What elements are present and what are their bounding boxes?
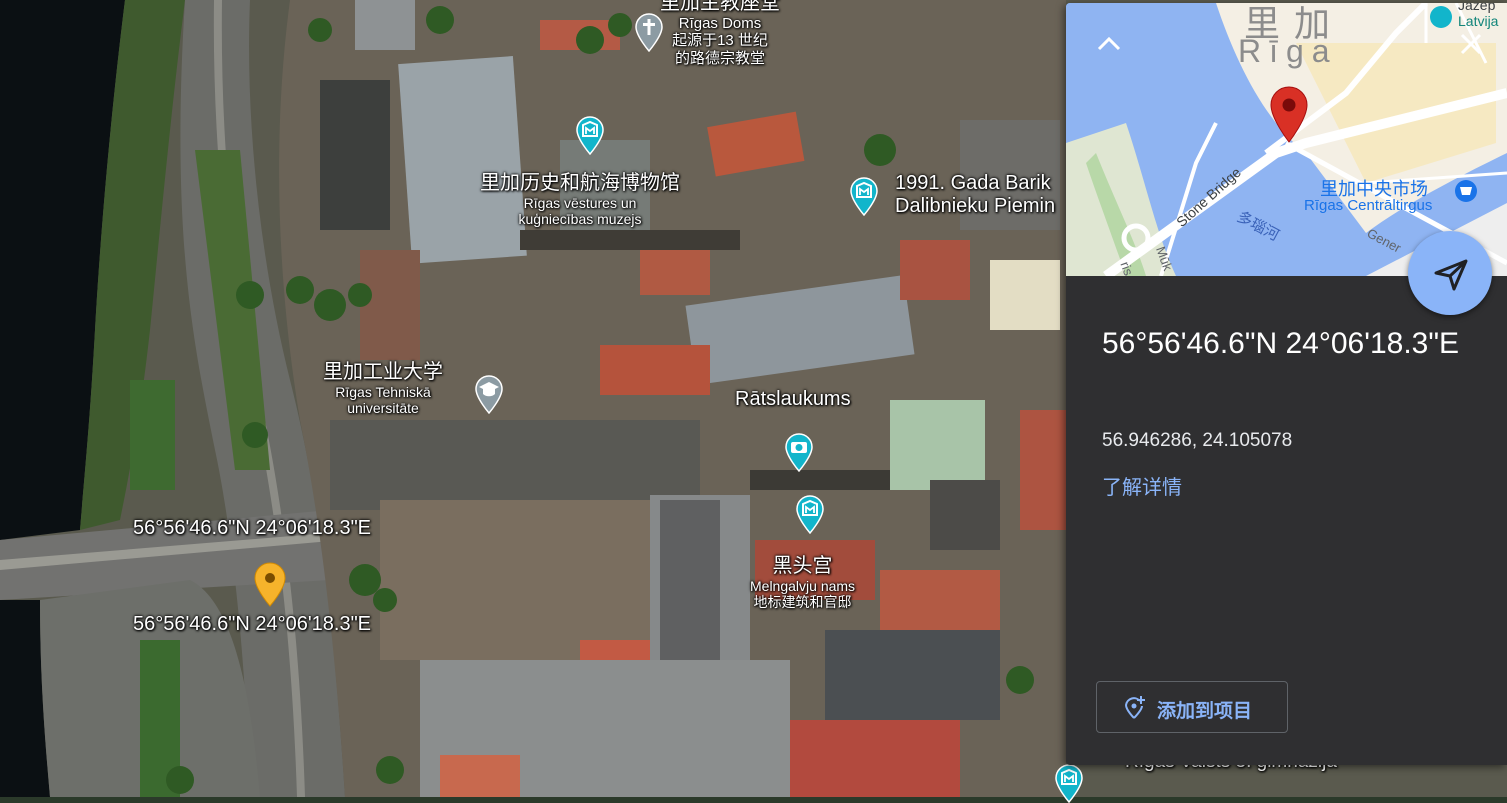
memorial-museum-icon[interactable] xyxy=(849,176,879,216)
cathedral-name-zh: 里加主教座堂 xyxy=(660,0,780,14)
university-name-lv-line1: Rīgas Tehniskā xyxy=(335,384,431,400)
gymnasium-museum-icon[interactable] xyxy=(1054,763,1084,803)
pin-coord-label-top: 56°56'46.6"N 24°06'18.3"E xyxy=(133,517,372,539)
square-name: Rātslaukums xyxy=(735,388,851,410)
minimap-location-pin-icon xyxy=(1270,86,1308,143)
add-to-project-label: 添加到项目 xyxy=(1157,701,1253,722)
location-info-panel: 里加 Rīga Jazep Latvija Stone Bridge 多瑙河 里… xyxy=(1066,3,1507,765)
cathedral-desc-line2: 的路德宗教堂 xyxy=(674,49,765,67)
square-label[interactable]: Rātslaukums xyxy=(735,388,851,411)
university-name-lv-line2: universitāte xyxy=(347,400,419,417)
camera-icon[interactable] xyxy=(784,432,814,472)
collapse-chevron-up-icon[interactable] xyxy=(1092,27,1126,61)
memorial-label[interactable]: 1991. Gada Barik Dalibnieku Piemin xyxy=(895,172,1055,218)
university-icon[interactable] xyxy=(474,374,504,414)
church-icon[interactable] xyxy=(634,12,664,52)
minimap-market-lv: Rīgas Centrāltirgus xyxy=(1304,197,1433,214)
cathedral-desc-line1: 起源于13 世纪 xyxy=(672,32,768,50)
decimal-coordinates: 56.946286, 24.105078 xyxy=(1102,430,1293,451)
blackheads-museum-icon[interactable] xyxy=(795,494,825,534)
blackheads-name-zh: 黑头宫 xyxy=(772,555,833,577)
university-name-zh: 里加工业大学 xyxy=(323,361,443,383)
coordinate-title: 56°56'46.6"N 24°06'18.3"E xyxy=(1102,327,1460,360)
blackheads-label[interactable]: 黑头宫 Melngalvju nams 地标建筑和官邸 xyxy=(750,555,855,610)
add-location-icon xyxy=(1124,696,1145,719)
memorial-name-line1: 1991. Gada Barik xyxy=(895,172,1051,194)
add-to-project-button[interactable]: 添加到项目 xyxy=(1096,681,1288,733)
museum-name-lv-line1: Rīgas vēstures un xyxy=(523,195,637,211)
museum-label[interactable]: 里加历史和航海博物馆 Rīgas vēstures un kuģniecības… xyxy=(480,172,680,227)
dropped-pin-icon[interactable] xyxy=(253,561,287,607)
blackheads-name-lv: Melngalvju nams xyxy=(750,578,856,594)
museum-icon[interactable] xyxy=(575,115,605,155)
minimap-corner-label: Jazep xyxy=(1458,3,1496,13)
minimap-city-lv: Rīga xyxy=(1238,33,1338,69)
museum-name-zh: 里加历史和航海博物馆 xyxy=(480,172,680,194)
blackheads-desc: 地标建筑和官邸 xyxy=(753,594,852,611)
memorial-name-line2: Dalibnieku Piemin xyxy=(895,195,1056,217)
cathedral-name-lv: Rīgas Doms xyxy=(678,15,762,32)
share-send-button[interactable] xyxy=(1408,231,1492,315)
museum-name-lv-line2: kuģniecības muzejs xyxy=(518,211,642,228)
learn-more-link[interactable]: 了解详情 xyxy=(1102,471,1182,500)
cathedral-label[interactable]: 里加主教座堂 Rīgas Doms 起源于13 世纪 的路德宗教堂 xyxy=(660,0,780,67)
university-label[interactable]: 里加工业大学 Rīgas Tehniskā universitāte xyxy=(323,361,443,416)
pin-coord-label-bottom: 56°56'46.6"N 24°06'18.3"E xyxy=(133,613,372,635)
close-icon[interactable] xyxy=(1454,27,1488,61)
